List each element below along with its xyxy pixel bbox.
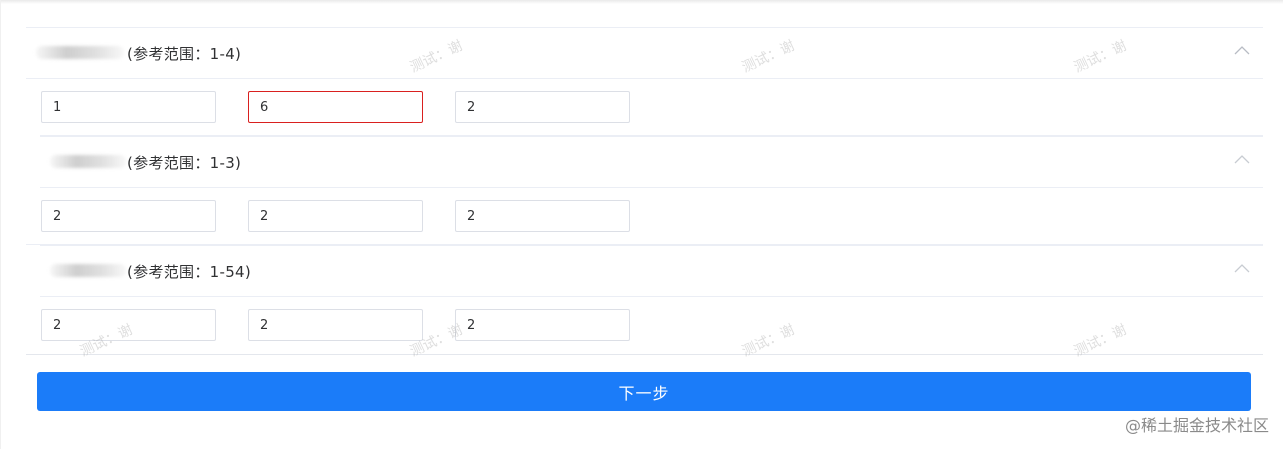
blurred-name [50,264,126,277]
top-shadow [0,0,1283,4]
inputs-row-1 [40,79,1263,136]
chevron-up-icon[interactable] [1233,42,1251,60]
reference-range-panel: (参考范围：1-4) (参考范围：1-3) (参考范围：1-54) [26,27,1263,355]
value-input[interactable] [455,309,630,341]
inputs-row-2 [26,188,1263,245]
value-input[interactable] [248,309,423,341]
source-credit: @稀土掘金技术社区 [1124,416,1269,435]
section-header-2[interactable]: (参考范围：1-3) [40,136,1263,188]
next-step-button[interactable]: 下一步 [37,372,1251,411]
value-input[interactable] [455,91,630,123]
chevron-up-icon[interactable] [1233,260,1251,278]
inputs-row-3 [26,297,1263,355]
value-input-error[interactable] [248,91,423,123]
blurred-name [36,46,124,59]
section-title: (参考范围：1-54) [127,263,252,281]
blurred-name [50,155,126,168]
value-input[interactable] [455,200,630,232]
value-input[interactable] [248,200,423,232]
chevron-up-icon[interactable] [1233,151,1251,169]
value-input[interactable] [41,309,216,341]
section-header-3[interactable]: (参考范围：1-54) [40,245,1263,297]
section-title: (参考范围：1-4) [127,45,242,63]
section-title: (参考范围：1-3) [127,154,242,172]
left-edge [0,0,1,449]
value-input[interactable] [41,200,216,232]
value-input[interactable] [41,91,216,123]
section-header-1[interactable]: (参考范围：1-4) [26,27,1263,79]
